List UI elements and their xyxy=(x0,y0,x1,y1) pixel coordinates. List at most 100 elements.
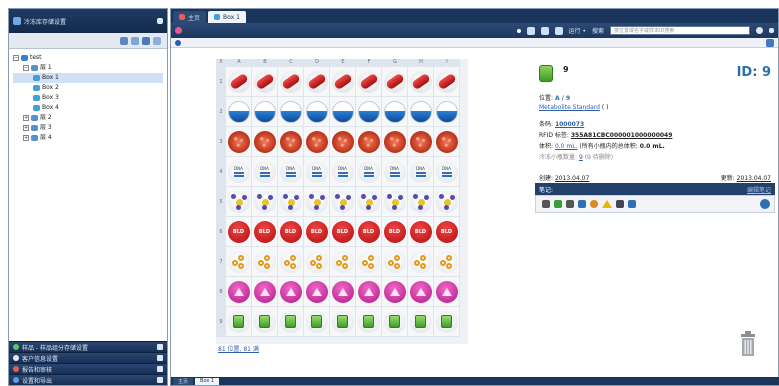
bottom-tab[interactable]: 主页 xyxy=(173,378,194,385)
grid-cell[interactable] xyxy=(434,97,460,127)
grid-cell[interactable] xyxy=(434,67,460,97)
grid-cell[interactable] xyxy=(434,307,460,337)
expand-toggle-icon[interactable]: + xyxy=(23,135,29,141)
grid-cell[interactable] xyxy=(408,277,434,307)
sample-name-link[interactable]: Metabolite Standard xyxy=(539,104,600,111)
bottom-tab[interactable]: Box 1 xyxy=(195,378,220,385)
tab-box-1[interactable]: Box 1 xyxy=(208,11,246,23)
grid-cell[interactable]: DNA xyxy=(226,157,252,187)
grid-cell[interactable] xyxy=(330,67,356,97)
grid-cell[interactable] xyxy=(278,247,304,277)
trash-icon[interactable] xyxy=(739,331,757,357)
grid-cell[interactable] xyxy=(408,97,434,127)
grid-cell[interactable] xyxy=(304,127,330,157)
grid-cell[interactable] xyxy=(330,187,356,217)
recycle-icon[interactable] xyxy=(554,200,562,208)
globe-icon[interactable] xyxy=(760,199,770,209)
layout-icon[interactable] xyxy=(554,26,563,35)
grid-cell[interactable] xyxy=(252,247,278,277)
warning-icon[interactable] xyxy=(602,200,612,208)
grid-cell[interactable] xyxy=(278,277,304,307)
tree-node[interactable]: Box 4 xyxy=(13,103,163,113)
accordion-header[interactable]: 报告和审核 xyxy=(9,363,167,374)
grid-cell[interactable] xyxy=(304,277,330,307)
run-button[interactable]: 运行 • xyxy=(569,26,586,35)
copy-icon[interactable] xyxy=(578,200,586,208)
grid-cell[interactable] xyxy=(382,67,408,97)
grid-cell[interactable] xyxy=(226,127,252,157)
grid-cell[interactable]: BLD xyxy=(434,217,460,247)
view-icon[interactable] xyxy=(526,26,535,35)
tree-node[interactable]: + 层 4 xyxy=(13,133,163,143)
grid-cell[interactable] xyxy=(408,247,434,277)
dot-icon[interactable] xyxy=(516,28,521,33)
grid-cell[interactable] xyxy=(330,97,356,127)
vials-value[interactable]: 9 xyxy=(579,154,583,161)
grid-cell[interactable] xyxy=(408,307,434,337)
grid-cell[interactable] xyxy=(252,277,278,307)
add-icon[interactable] xyxy=(120,36,128,45)
grid-cell[interactable] xyxy=(252,67,278,97)
grid-cell[interactable] xyxy=(434,187,460,217)
grid-cell[interactable] xyxy=(330,127,356,157)
grid-cell[interactable] xyxy=(408,127,434,157)
grid-cell[interactable]: BLD xyxy=(278,217,304,247)
tree-node[interactable]: Box 1 xyxy=(13,73,163,83)
grid-cell[interactable]: DNA xyxy=(356,157,382,187)
minimize-icon[interactable] xyxy=(157,18,163,24)
grid-cell[interactable] xyxy=(278,67,304,97)
grid-cell[interactable] xyxy=(434,277,460,307)
grid-cell[interactable] xyxy=(226,247,252,277)
list-icon[interactable] xyxy=(540,26,549,35)
tree-node[interactable]: − 层 1 xyxy=(13,63,163,73)
expand-toggle-icon[interactable]: + xyxy=(23,125,29,131)
tree-node[interactable]: Box 2 xyxy=(13,83,163,93)
grid-cell[interactable] xyxy=(278,307,304,337)
grid-cell[interactable]: BLD xyxy=(252,217,278,247)
grid-cell[interactable] xyxy=(382,187,408,217)
grid-cell[interactable] xyxy=(356,67,382,97)
clock-icon[interactable] xyxy=(590,200,598,208)
tree-node[interactable]: − test xyxy=(13,53,163,63)
grid-cell[interactable] xyxy=(304,67,330,97)
expand-icon[interactable] xyxy=(157,377,163,383)
grid-cell[interactable] xyxy=(252,187,278,217)
edit-notes-link[interactable]: 编辑笔记 xyxy=(747,185,771,194)
grid-cell[interactable] xyxy=(278,97,304,127)
grid-cell[interactable] xyxy=(226,187,252,217)
grid-cell[interactable]: BLD xyxy=(226,217,252,247)
grid-cell[interactable]: DNA xyxy=(434,157,460,187)
grid-cell[interactable] xyxy=(382,277,408,307)
expand-icon[interactable] xyxy=(157,355,163,361)
barcode-icon[interactable] xyxy=(616,200,624,208)
barcode-value[interactable]: 1000073 xyxy=(555,121,584,128)
grid-cell[interactable]: DNA xyxy=(304,157,330,187)
grid-cell[interactable]: DNA xyxy=(408,157,434,187)
collapse-icon[interactable] xyxy=(153,36,161,45)
grid-cell[interactable] xyxy=(330,247,356,277)
expand-toggle-icon[interactable]: − xyxy=(23,65,29,71)
grid-cell[interactable] xyxy=(226,277,252,307)
grid-cell[interactable] xyxy=(382,307,408,337)
grid-cell[interactable]: DNA xyxy=(330,157,356,187)
expand-toggle-icon[interactable]: + xyxy=(23,115,29,121)
grid-cell[interactable] xyxy=(382,247,408,277)
grid-cell[interactable] xyxy=(304,187,330,217)
grid-cell[interactable] xyxy=(356,187,382,217)
grid-cell[interactable] xyxy=(356,127,382,157)
grid-cell[interactable] xyxy=(356,277,382,307)
search-icon[interactable] xyxy=(756,27,763,34)
close-icon[interactable] xyxy=(769,28,774,33)
expand-toggle-icon[interactable]: − xyxy=(13,55,19,61)
grid-cell[interactable] xyxy=(226,67,252,97)
back-icon[interactable] xyxy=(175,39,181,46)
heart-icon[interactable] xyxy=(175,27,182,34)
tree-node[interactable]: Box 3 xyxy=(13,93,163,103)
grid-cell[interactable] xyxy=(226,307,252,337)
transfer-icon[interactable] xyxy=(628,200,636,208)
search-input[interactable]: 按位置或名字或样本ID搜索 xyxy=(610,26,750,35)
trash-small-icon[interactable] xyxy=(566,200,574,208)
grid-cell[interactable] xyxy=(434,127,460,157)
tree-node[interactable]: + 层 2 xyxy=(13,113,163,123)
grid-cell[interactable] xyxy=(356,97,382,127)
